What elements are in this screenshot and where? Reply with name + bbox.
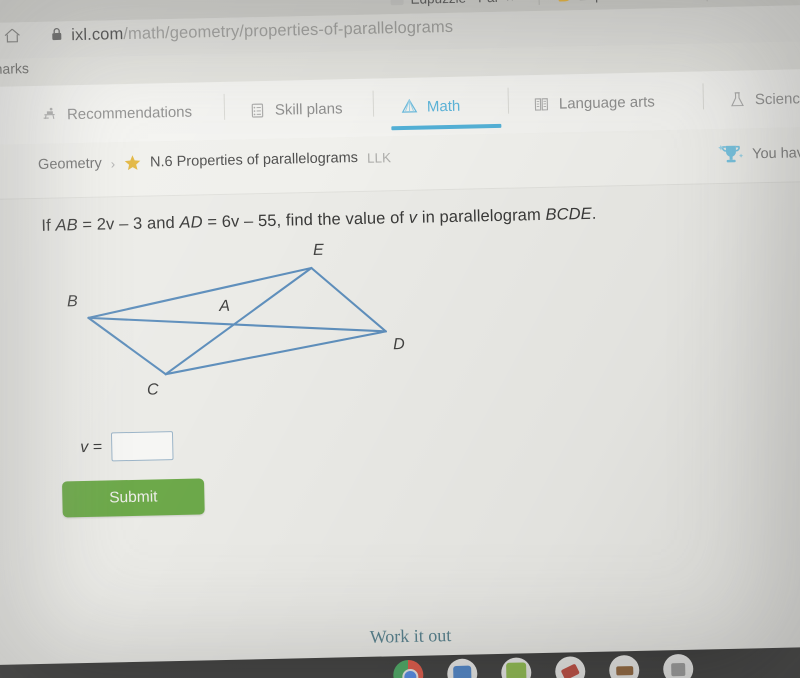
ixl-page: Recommendations Skill plans Math Languag…: [0, 68, 800, 678]
figure-svg: [87, 266, 387, 376]
language-arts-book-icon: [534, 98, 549, 111]
vertex-label-b: B: [66, 293, 78, 311]
parallelogram-name: BCDE: [545, 204, 592, 224]
breadcrumb: Geometry › N.6 Properties of parallelogr…: [38, 149, 391, 173]
question-mid3: in parallelogram: [416, 205, 546, 227]
screen-content: Edpuzzle - Par × Edpuzzle × What formu i…: [0, 0, 800, 678]
tab-title: Edpuzzle: [578, 0, 634, 3]
vertex-label-c: C: [146, 381, 159, 399]
nav-divider: [372, 90, 375, 117]
question-prefix: If: [41, 216, 56, 235]
nav-label: Skill plans: [274, 99, 343, 119]
breadcrumb-skill: N.6 Properties of parallelograms: [149, 149, 359, 171]
math-pyramid-icon: [401, 98, 418, 113]
tab-title: Edpuzzle - Par: [410, 0, 499, 6]
grey-app-icon[interactable]: [662, 653, 694, 678]
answer-label: v =: [80, 438, 103, 456]
nav-item-math[interactable]: Math: [400, 85, 460, 128]
nav-label: Science: [754, 89, 800, 108]
skill-code: LLK: [366, 149, 392, 166]
answer-row: v =: [80, 431, 174, 462]
edpuzzle-favicon: [558, 0, 572, 2]
awards-text: You hav: [751, 145, 800, 163]
question-text: If AB = 2v – 3 and AD = 6v – 55, find th…: [41, 205, 596, 236]
trophy-icon: [718, 145, 744, 163]
vertex-label-e: E: [312, 241, 324, 259]
nav-label: Recommendations: [66, 103, 193, 123]
question-period: .: [591, 204, 597, 223]
nav-label: Language arts: [558, 92, 655, 113]
parallelogram-figure: B C D E A: [32, 235, 466, 434]
submit-button[interactable]: Submit: [62, 478, 205, 518]
photo-of-screen: Edpuzzle - Par × Edpuzzle × What formu i…: [0, 0, 800, 678]
vertex-label-d: D: [392, 335, 405, 354]
green-app-icon[interactable]: [500, 657, 532, 678]
breadcrumb-subject[interactable]: Geometry: [38, 156, 102, 173]
recommendations-icon: [43, 107, 55, 120]
segment-ad: AD: [179, 213, 203, 232]
answer-input[interactable]: [110, 431, 174, 462]
nav-divider: [223, 93, 226, 120]
nav-divider: [702, 83, 705, 110]
nav-item-skill-plans[interactable]: Skill plans: [248, 87, 343, 131]
question-mid2: = 6v – 55, find the value of: [202, 208, 409, 232]
skill-plans-icon: [251, 103, 264, 118]
vertex-label-a: A: [219, 297, 231, 316]
tab-divider: [706, 0, 708, 2]
brown-app-icon[interactable]: [608, 654, 640, 678]
nav-item-recommendations[interactable]: Recommendations: [41, 91, 193, 136]
tab-divider: [538, 0, 540, 5]
nav-label: Math: [426, 97, 461, 115]
star-icon[interactable]: [124, 155, 141, 171]
awards-indicator[interactable]: You hav: [718, 141, 800, 167]
nav-item-language-arts[interactable]: Language arts: [532, 80, 655, 125]
segment-ab: AB: [55, 216, 78, 235]
lock-icon: [52, 27, 62, 41]
red-app-icon[interactable]: [554, 656, 586, 678]
question-mid1: = 2v – 3 and: [77, 213, 180, 235]
close-icon[interactable]: ×: [506, 0, 514, 4]
nav-divider: [507, 87, 510, 114]
bookmarks-label[interactable]: okmarks: [0, 60, 29, 77]
chrome-icon[interactable]: [392, 659, 424, 678]
close-icon[interactable]: ×: [665, 0, 673, 1]
chevron-right-icon: ›: [110, 155, 116, 171]
nav-item-science[interactable]: Science: [728, 77, 800, 121]
blue-app-icon[interactable]: [446, 658, 478, 678]
url-domain: ixl.com: [71, 25, 124, 45]
edpuzzle-grey-favicon: [390, 0, 404, 6]
home-icon[interactable]: [3, 26, 21, 44]
science-flask-icon: [731, 92, 744, 107]
